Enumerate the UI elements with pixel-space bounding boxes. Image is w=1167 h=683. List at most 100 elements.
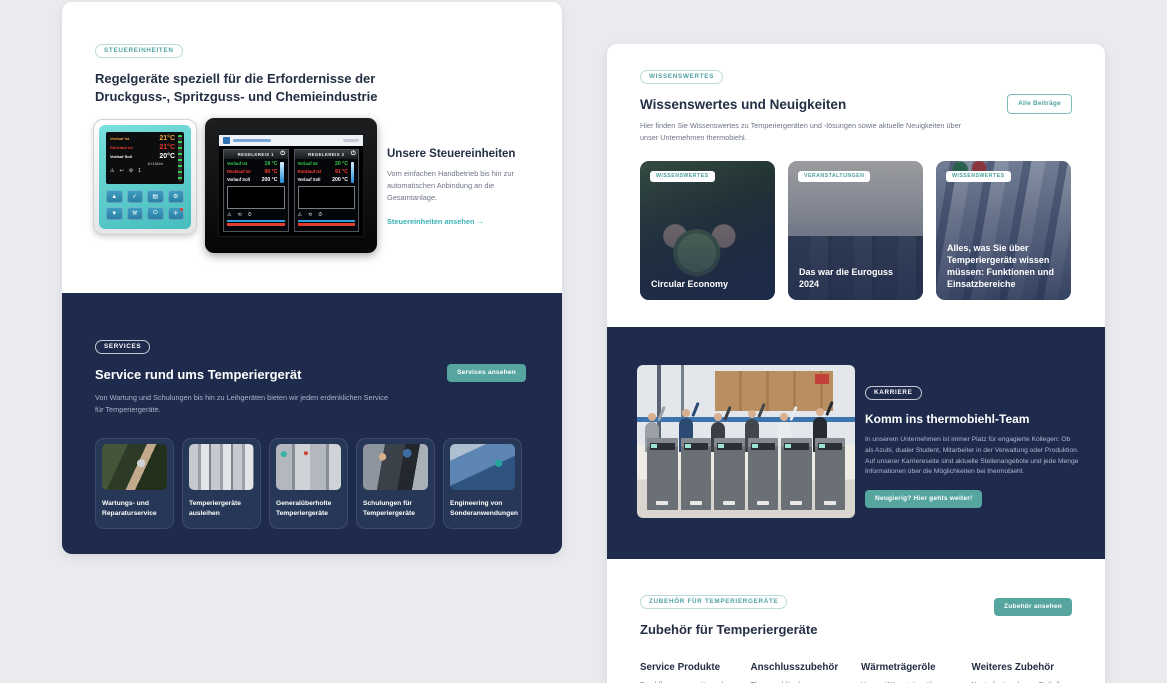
progress-bar-blue — [227, 220, 285, 223]
zone-title: REGELKREIS 2 — [308, 152, 344, 157]
zubehoer-ansehen-button[interactable]: Zubehör ansehen — [994, 598, 1072, 616]
service-card-image — [276, 444, 341, 490]
touch-panel-device-image: REGELKREIS 1 ⏻ Vorlauf Ist 19 °C Rücklauf … — [205, 118, 377, 253]
zone-row-label: Vorlauf Soll — [298, 177, 321, 184]
service-card-schulungen[interactable]: Schulungen für Temperiergeräte — [356, 438, 435, 529]
service-card-image — [189, 444, 254, 490]
tools-icon: ⚒ — [127, 207, 144, 220]
aside-title: Unsere Steuereinheiten — [387, 148, 539, 160]
zone-row-value: 90 °C — [264, 169, 277, 176]
zone-row-value: 19 °C — [264, 161, 277, 168]
controller-keypad: ▲ ✓ ▤ ⚙ ▼ ⚒ ⏻ ✛ — [106, 190, 184, 220]
fan-icon: ✛ — [168, 207, 185, 220]
titlebar-text-placeholder — [233, 139, 271, 142]
titlebar-right-placeholder — [343, 139, 359, 142]
app-logo-icon — [223, 137, 230, 144]
right-page: WISSENSWERTES Wissenswertes und Neuigkei… — [607, 44, 1105, 683]
controller-screen: Vorlauf Ist21°C Rücklauf Ist21°C Vorlauf… — [106, 132, 184, 184]
stage-number: 1 — [138, 168, 141, 174]
karriere-text: In unserem Unternehmen ist immer Platz f… — [865, 435, 1080, 478]
zubehoer-heading: Zubehör für Temperiergeräte — [640, 622, 1072, 637]
regelkreis-2-zone: REGELKREIS 2⏻ Vorlauf Ist20 °C Rücklauf … — [294, 149, 360, 232]
zone-row-value: 91 °C — [335, 169, 348, 176]
zone-row-label: Rücklauf Ist — [298, 169, 322, 176]
zone-row-label: Vorlauf Ist — [227, 161, 247, 168]
services-ansehen-button[interactable]: Services ansehen — [447, 364, 526, 382]
up-arrow-icon: ▲ — [106, 190, 123, 203]
accessory-column-title: Service Produkte — [640, 662, 741, 673]
level-bar — [280, 162, 284, 183]
service-card-label: Engineering von Sonderanwendungen — [450, 499, 515, 519]
news-card-euroguss[interactable]: VERANSTALTUNGEN Das war die Euroguss 202… — [788, 161, 923, 300]
warning-icon: ⚠ — [227, 212, 231, 218]
steuereinheiten-link[interactable]: Steuereinheiten ansehen → — [387, 217, 484, 226]
zubehoer-section: ZUBEHÖR FÜR TEMPERIERGERÄTE Zubehör für … — [607, 559, 1105, 683]
temperiergeraet-cabinet — [714, 438, 745, 510]
timer-icon: ⏱ — [248, 212, 252, 218]
service-card-generalueberholt[interactable]: Generalüberholte Temperiergeräte — [269, 438, 348, 529]
temperiergeraet-cabinet — [781, 438, 812, 510]
ctrl-row-label: Vorlauf Soll — [110, 154, 132, 159]
power-icon: ⏻ — [351, 151, 356, 158]
service-card-engineering[interactable]: Engineering von Sonderanwendungen — [443, 438, 522, 529]
news-card-title: Alles, was Sie über Temperiergeräte wiss… — [947, 243, 1061, 291]
regelkreis-1-zone: REGELKREIS 1⏻ Vorlauf Ist19 °C Rücklauf … — [223, 149, 289, 232]
controller-clock: 10:15Uhr — [110, 162, 175, 166]
karriere-heading: Komm ins thermobiehl-Team — [865, 412, 1080, 426]
level-bar — [351, 162, 355, 183]
settings-icon: ⚙ — [168, 190, 185, 203]
zubehoer-badge: ZUBEHÖR FÜR TEMPERIERGERÄTE — [640, 595, 787, 609]
news-card-badge: WISSENSWERTES — [946, 171, 1011, 182]
news-text: Hier finden Sie Wissenswertes zu Temperi… — [640, 120, 970, 143]
controller-status-icons: ⚠ ↩ ⚙ 1 — [110, 168, 175, 174]
wissenswertes-badge: WISSENSWERTES — [640, 70, 723, 84]
wissenswertes-section: WISSENSWERTES Wissenswertes und Neuigkei… — [607, 44, 1105, 327]
ctrl-row-value: 21°C — [159, 135, 175, 144]
device-row — [647, 438, 845, 510]
karriere-content: KARRIERE Komm ins thermobiehl-Team In un… — [865, 381, 1080, 508]
service-card-image — [363, 444, 428, 490]
aside-text: Vom einfachen Handbetrieb bis hin zur au… — [387, 168, 539, 204]
page-canvas: STEUEREINHEITEN Regelgeräte speziell für… — [0, 0, 1167, 683]
accessory-column-anschlusszubehoer[interactable]: Anschlusszubehör Thermoschläuche, Rohrko… — [751, 662, 852, 683]
touch-panel-titlebar — [219, 135, 363, 146]
controller-body: Vorlauf Ist21°C Rücklauf Ist21°C Vorlauf… — [99, 125, 191, 229]
news-card-badge: VERANSTALTUNGEN — [798, 171, 870, 182]
cycle-icon: ⟲ — [237, 212, 241, 218]
alle-beitraege-button[interactable]: Alle Beiträge — [1007, 94, 1072, 114]
accessory-column-weiteres-zubehoer[interactable]: Weiteres Zubehör Neutralisationslauge, E… — [972, 662, 1073, 683]
power-icon: ⏻ — [147, 207, 164, 220]
temperiergeraet-cabinet — [681, 438, 712, 510]
news-card-temperiergeraete-wissen[interactable]: WISSENSWERTES Alles, was Sie über Temper… — [936, 161, 1071, 300]
progress-bar-red — [298, 223, 356, 226]
services-badge: SERVICES — [95, 340, 150, 354]
ctrl-row-label: Rücklauf Ist — [110, 145, 133, 150]
accessory-column-service-produkte[interactable]: Service Produkte Durchflussmessgeräte un… — [640, 662, 741, 683]
news-card-title: Das war die Euroguss 2024 — [799, 267, 913, 291]
accessory-column-title: Anschlusszubehör — [751, 662, 852, 673]
service-card-image — [450, 444, 515, 490]
power-icon: ⏻ — [280, 151, 285, 158]
photo-red-box — [815, 374, 829, 384]
warning-icon: ⚠ — [298, 212, 302, 218]
warning-icon: ⚠ — [110, 168, 114, 174]
news-card-title: Circular Economy — [651, 279, 765, 291]
return-icon: ↩ — [119, 168, 123, 174]
zone-message-box — [298, 186, 356, 209]
services-text: Von Wartung und Schulungen bis hin zu Le… — [95, 392, 395, 415]
karriere-button[interactable]: Neugierig? Hier gehts weiter! — [865, 490, 982, 508]
temperiergeraet-cabinet — [647, 438, 678, 510]
service-card-ausleihen[interactable]: Temperiergeräte ausleihen — [182, 438, 261, 529]
news-card-circular-economy[interactable]: WISSENSWERTES Circular Economy — [640, 161, 775, 300]
steuereinheiten-badge: STEUEREINHEITEN — [95, 44, 183, 58]
service-card-label: Temperiergeräte ausleihen — [189, 499, 254, 519]
service-card-wartung[interactable]: Wartungs- und Reparaturservice — [95, 438, 174, 529]
cycle-icon: ⟲ — [308, 212, 312, 218]
accessory-column-waermetraegeroele[interactable]: Wärmeträgeröle Unsere Wärmeträgeröle the… — [861, 662, 962, 683]
temperiergeraet-cabinet — [815, 438, 846, 510]
zone-row-value: 20 °C — [335, 161, 348, 168]
ctrl-row-label: Vorlauf Ist — [110, 136, 129, 141]
temperiergeraet-cabinet — [748, 438, 779, 510]
zone-title: REGELKREIS 1 — [238, 152, 274, 157]
enter-icon: ✓ — [127, 190, 144, 203]
